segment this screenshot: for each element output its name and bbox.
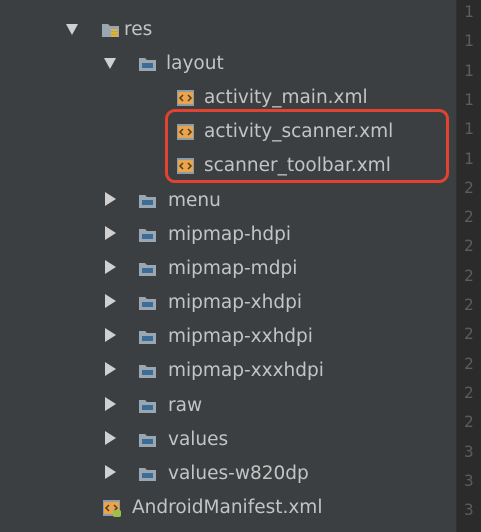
project-tree: res layout activity_main.xml activity_sc… [0,0,456,532]
tree-node-label: mipmap-xxxhdpi [168,360,324,381]
expand-arrow-icon[interactable] [105,431,116,445]
expand-arrow-icon[interactable] [105,362,116,376]
line-number: 3 [464,470,474,490]
folder-icon [139,434,156,447]
tree-node-label: AndroidManifest.xml [132,497,323,518]
line-number: 1 [464,2,474,21]
folder-icon [139,229,156,242]
tree-node-label: mipmap-mdpi [168,258,298,279]
tree-node-label: res [124,19,153,40]
tree-node-label: menu [168,190,221,211]
tree-node-menu[interactable]: menu [0,184,456,218]
tree-node-mipmap-mdpi[interactable]: mipmap-mdpi [0,252,456,286]
tree-node-label: raw [168,395,203,416]
line-number: 2 [464,265,474,285]
expand-arrow-icon[interactable] [105,294,116,308]
tree-node-values[interactable]: values [0,423,456,457]
line-number: 3 [464,500,474,520]
xml-layout-file-icon [177,90,194,106]
tree-node-label: activity_main.xml [204,87,368,108]
line-number: 1 [464,89,474,109]
line-number: 2 [464,324,474,344]
tree-node-label: mipmap-xhdpi [168,292,302,313]
line-number-gutter: 1 1 1 1 1 1 2 2 2 2 2 2 2 2 2 3 3 3 [456,0,481,532]
tree-node-label: values-w820dp [168,463,309,484]
line-number: 1 [464,119,474,139]
tree-node-res[interactable]: res [0,13,456,47]
expand-arrow-icon[interactable] [105,226,116,240]
highlight-box [165,109,449,183]
folder-icon [139,58,156,71]
tree-node-label: layout [166,53,224,74]
folder-icon [139,331,156,344]
tree-node-android-manifest[interactable]: AndroidManifest.xml [0,491,456,525]
line-number: 2 [464,353,474,373]
line-number: 2 [464,295,474,314]
expand-arrow-icon[interactable] [66,24,78,35]
tree-node-raw[interactable]: raw [0,389,456,423]
folder-icon [139,468,156,481]
line-number: 2 [464,236,474,256]
folder-icon [139,263,156,276]
tree-node-layout[interactable]: layout [0,47,456,81]
tree-node-mipmap-xhdpi[interactable]: mipmap-xhdpi [0,286,456,320]
android-manifest-icon [103,500,121,517]
folder-icon [139,195,156,208]
resource-folder-icon [102,24,119,37]
line-number: 2 [464,177,474,197]
tree-node-mipmap-hdpi[interactable]: mipmap-hdpi [0,218,456,252]
expand-arrow-icon[interactable] [105,397,116,411]
line-number: 2 [464,382,474,402]
line-number: 3 [464,441,474,461]
line-number: 1 [464,60,474,80]
tree-node-values-w820dp[interactable]: values-w820dp [0,457,456,491]
expand-arrow-icon[interactable] [105,328,116,342]
tree-node-label: mipmap-xxhdpi [168,326,313,347]
expand-arrow-icon[interactable] [104,58,116,69]
expand-arrow-icon[interactable] [105,192,116,206]
expand-arrow-icon[interactable] [105,465,116,479]
folder-icon [139,297,156,310]
line-number: 2 [464,207,474,227]
folder-icon [139,365,156,378]
folder-icon [139,400,156,413]
line-number: 1 [464,31,474,51]
expand-arrow-icon[interactable] [105,260,116,274]
tree-node-mipmap-xxxhdpi[interactable]: mipmap-xxxhdpi [0,354,456,388]
tree-node-label: mipmap-hdpi [168,224,292,245]
line-number: 1 [464,148,474,168]
line-number: 2 [464,412,474,432]
tree-node-mipmap-xxhdpi[interactable]: mipmap-xxhdpi [0,320,456,354]
tree-node-label: values [168,429,229,450]
